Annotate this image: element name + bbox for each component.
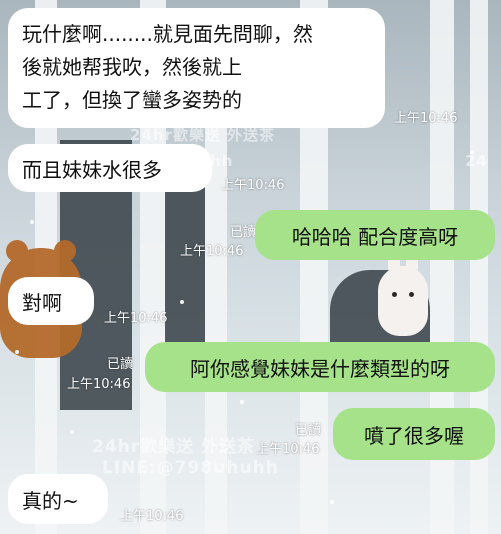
read-receipt: 已讀: [295, 423, 322, 438]
outgoing-message-bubble[interactable]: 阿你感覺妹妹是什麼類型的呀: [145, 342, 495, 392]
watermark-right-partial: 24: [465, 152, 488, 170]
incoming-message-bubble[interactable]: 玩什麼啊........就見面先問聊，然 後就她帮我吹，然後就上 工了，但換了蠻…: [8, 8, 385, 128]
message-line: 後就她帮我吹，然後就上: [22, 55, 242, 79]
message-text: 對啊: [22, 290, 62, 315]
message-line: 玩什麼啊........就見面先問聊，然: [22, 22, 313, 46]
incoming-message-bubble[interactable]: 而且妹妹水很多: [8, 144, 212, 192]
message-timestamp: 上午10:46: [180, 244, 244, 259]
message-timestamp: 上午10:46: [394, 111, 458, 126]
watermark-line1: 24hr歡樂送 外送茶: [92, 437, 256, 457]
message-text: 真的~: [22, 488, 79, 513]
incoming-message-bubble[interactable]: 對啊: [8, 277, 94, 325]
message-timestamp: 上午10:46: [221, 178, 285, 193]
message-line: 工了，但換了蠻多姿势的: [22, 88, 242, 112]
read-receipt: 已讀: [107, 357, 134, 372]
incoming-message-bubble[interactable]: 真的~: [8, 474, 108, 524]
outgoing-message-bubble[interactable]: 噴了很多喔: [333, 408, 495, 460]
message-text: 阿你感覺妹妹是什麼類型的呀: [190, 356, 450, 381]
message-text: 哈哈哈 配合度高呀: [291, 224, 459, 249]
message-timestamp: 上午10:46: [104, 311, 168, 326]
message-timestamp: 上午10:46: [256, 442, 320, 457]
bunny-sticker-decoration: [378, 242, 428, 336]
read-receipt: 已讀: [230, 225, 257, 240]
message-timestamp: 上午10:46: [67, 377, 131, 392]
message-text: 而且妹妹水很多: [22, 157, 162, 182]
watermark-line2: LINE:@798uhuhh: [102, 458, 279, 478]
message-text: 噴了很多喔: [364, 423, 464, 448]
message-timestamp: 上午10:46: [120, 509, 184, 524]
outgoing-message-bubble[interactable]: 哈哈哈 配合度高呀: [255, 210, 495, 260]
